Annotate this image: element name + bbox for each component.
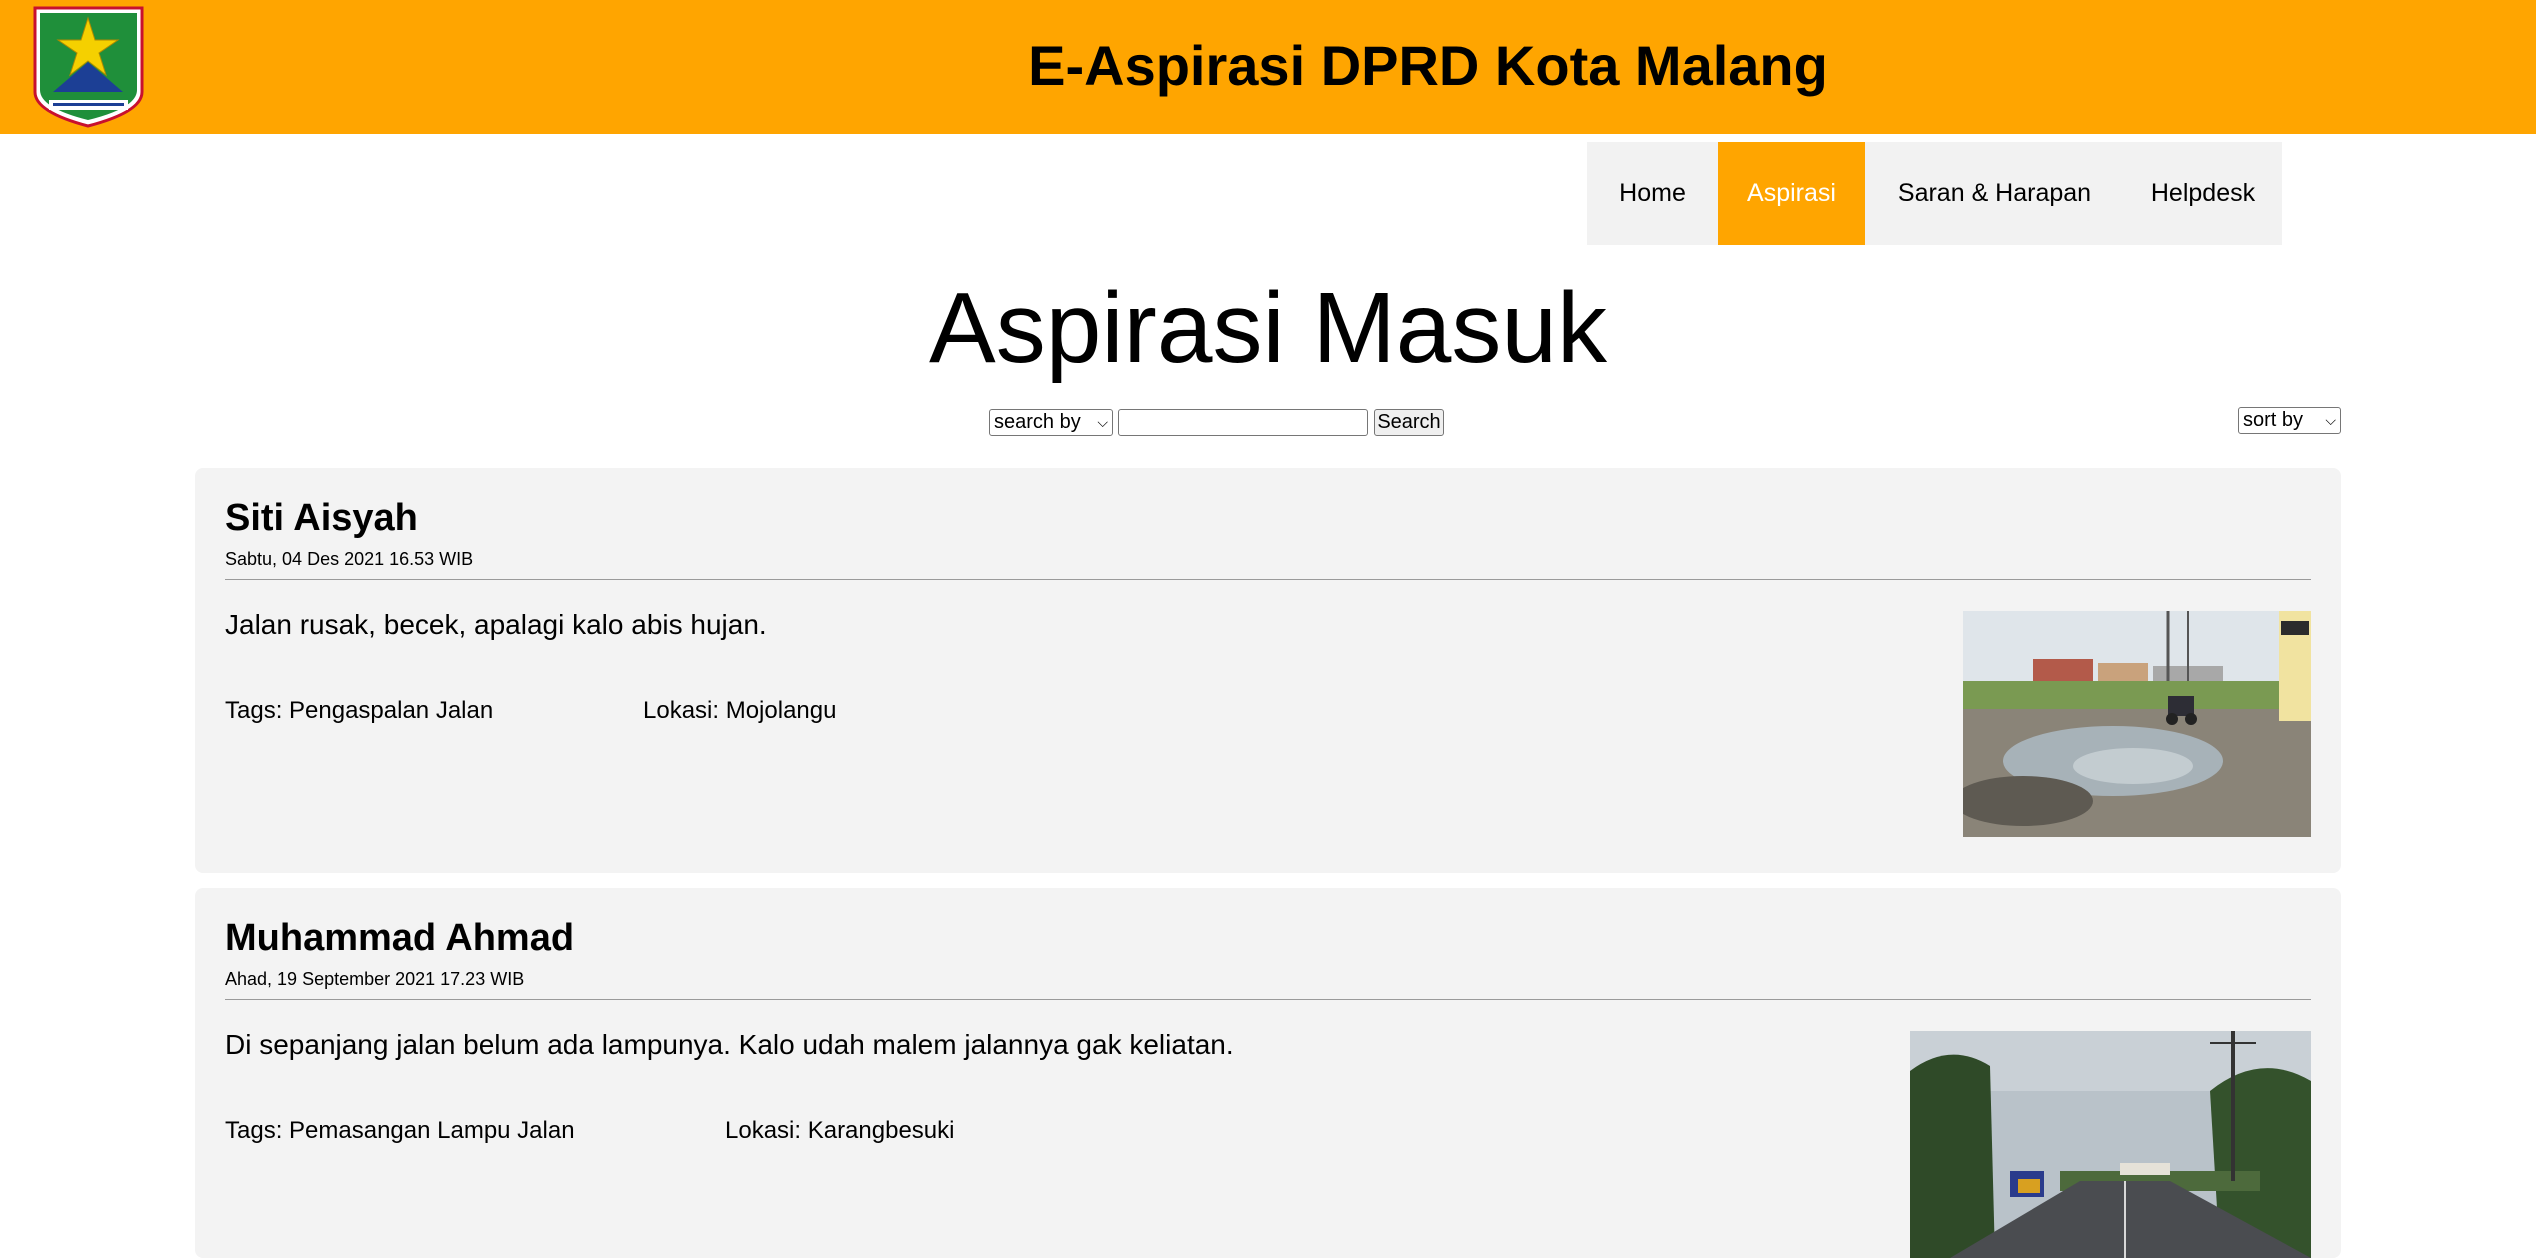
post-location: Lokasi: Mojolangu [643,697,837,724]
post-body: Jalan rusak, becek, apalagi kalo abis hu… [225,609,767,640]
post-author: Siti Aisyah [225,497,418,539]
aspiration-card: Siti Aisyah Sabtu, 04 Des 2021 16.53 WIB… [195,468,2341,873]
search-input[interactable] [1118,409,1368,436]
chevron-down-icon: ⌵ [2325,412,2336,428]
search-by-value: search by [994,411,1081,433]
search-by-select[interactable]: search by ⌵ [989,409,1113,436]
post-tags: Tags: Pemasangan Lampu Jalan [225,1117,575,1144]
page-title: Aspirasi Masuk [929,272,1607,384]
damaged-muddy-road-photo[interactable] [1963,611,2311,837]
divider [225,579,2311,580]
divider [225,999,2311,1000]
chevron-down-icon: ⌵ [1097,414,1108,430]
site-header: E-Aspirasi DPRD Kota Malang [0,0,2536,134]
post-tags: Tags: Pengaspalan Jalan [225,697,494,724]
nav-aspirasi[interactable]: Aspirasi [1718,142,1865,245]
post-location: Lokasi: Karangbesuki [725,1117,955,1144]
post-author: Muhammad Ahmad [225,917,575,959]
post-date: Ahad, 19 September 2021 17.23 WIB [225,969,525,989]
sort-by-select[interactable]: sort by ⌵ [2238,407,2341,434]
search-button[interactable]: Search [1374,409,1444,436]
nav-saran-harapan[interactable]: Saran & Harapan [1865,142,2124,245]
aspiration-card: Muhammad Ahmad Ahad, 19 September 2021 1… [195,888,2341,1258]
nav-home[interactable]: Home [1587,142,1718,245]
site-title: E-Aspirasi DPRD Kota Malang [1028,34,1828,97]
post-date: Sabtu, 04 Des 2021 16.53 WIB [225,549,474,569]
post-body: Di sepanjang jalan belum ada lampunya. K… [225,1029,1234,1060]
unlit-roadside-photo[interactable] [1910,1031,2311,1258]
sort-by-value: sort by [2243,409,2304,431]
main-nav: Home Aspirasi Saran & Harapan Helpdesk [1587,142,2282,245]
nav-helpdesk[interactable]: Helpdesk [2124,142,2282,245]
